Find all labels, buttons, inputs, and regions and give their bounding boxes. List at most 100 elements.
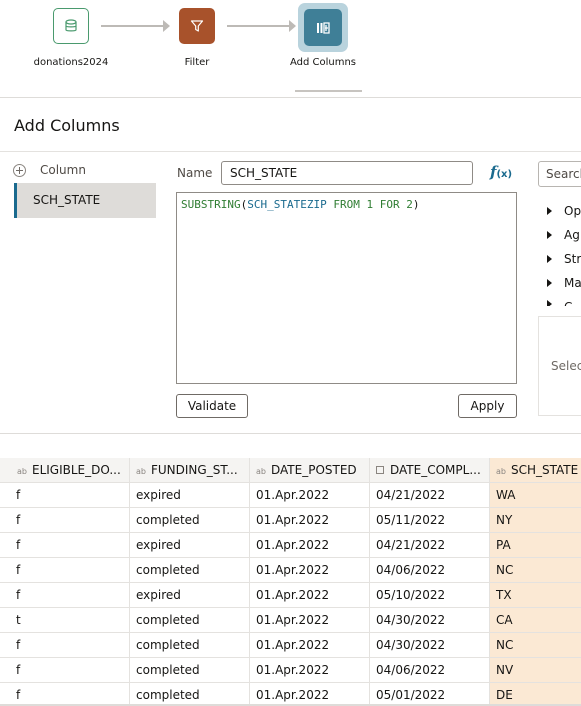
expr-column: SCH_STATEZIP — [247, 198, 327, 211]
table-row: f expired 01.Apr.2022 04/21/2022 WA — [0, 483, 581, 508]
column-list-item[interactable]: SCH_STATE — [14, 183, 156, 218]
table-cell: 01.Apr.2022 — [250, 558, 370, 582]
column-header-label: Column — [40, 163, 86, 177]
add-columns-icon — [317, 21, 330, 34]
table-cell: completed — [130, 658, 250, 682]
table-cell: 01.Apr.2022 — [250, 508, 370, 532]
table-cell: 04/06/2022 — [370, 558, 490, 582]
table-cell: f — [0, 508, 130, 532]
expr-number: 1 — [366, 198, 374, 211]
table-cell: 05/10/2022 — [370, 583, 490, 607]
function-category-item[interactable]: Ma — [545, 276, 581, 290]
flow-arrow — [227, 25, 289, 27]
table-cell: completed — [130, 558, 250, 582]
caret-right-icon — [547, 279, 552, 287]
column-header[interactable]: ab SCH_STATE — [490, 458, 581, 482]
table-cell: 04/21/2022 — [370, 533, 490, 557]
active-step-indicator — [295, 90, 362, 92]
table-cell: 04/30/2022 — [370, 608, 490, 632]
table-cell: WA — [490, 483, 581, 507]
database-icon — [65, 19, 77, 32]
column-name-input[interactable]: SCH_STATE — [221, 161, 473, 185]
category-label: Ma — [564, 276, 581, 290]
table-cell: expired — [130, 483, 250, 507]
column-list-header: Column — [13, 163, 86, 177]
column-header[interactable]: ab ELIGIBLE_DO... — [0, 458, 130, 482]
step-filter-node[interactable] — [179, 8, 215, 44]
table-cell: 05/11/2022 — [370, 508, 490, 532]
pipeline-flow: donations2024 Filter Add Columns — [0, 0, 581, 98]
table-cell: completed — [130, 683, 250, 706]
table-cell: completed — [130, 633, 250, 657]
table-row: f completed 01.Apr.2022 04/06/2022 NC — [0, 558, 581, 583]
table-cell: f — [0, 483, 130, 507]
divider — [0, 97, 581, 98]
table-cell: f — [0, 683, 130, 706]
table-cell: expired — [130, 533, 250, 557]
table-cell: 01.Apr.2022 — [250, 633, 370, 657]
table-cell: CA — [490, 608, 581, 632]
column-header-label: FUNDING_ST... — [150, 463, 238, 477]
table-cell: 01.Apr.2022 — [250, 683, 370, 706]
category-label: Str — [564, 252, 581, 266]
apply-button[interactable]: Apply — [458, 394, 517, 418]
caret-right-icon — [547, 255, 552, 263]
fx-sub-glyph: (x) — [496, 169, 513, 180]
table-row: f completed 01.Apr.2022 05/11/2022 NY — [0, 508, 581, 533]
table-row: f completed 01.Apr.2022 04/06/2022 NV — [0, 658, 581, 683]
caret-right-icon — [547, 207, 552, 215]
table-cell: TX — [490, 583, 581, 607]
table-cell: 01.Apr.2022 — [250, 608, 370, 632]
table-cell: PA — [490, 533, 581, 557]
function-category-item[interactable]: Op — [545, 204, 581, 218]
table-cell: 01.Apr.2022 — [250, 533, 370, 557]
function-search-input[interactable]: Search — [538, 161, 581, 187]
column-header[interactable]: ab FUNDING_ST... — [130, 458, 250, 482]
table-cell: f — [0, 583, 130, 607]
step-source-label: donations2024 — [33, 57, 109, 68]
step-add-columns-node[interactable] — [298, 3, 348, 52]
table-cell: DE — [490, 683, 581, 706]
flow-arrow-head — [289, 20, 296, 32]
table-cell: NC — [490, 633, 581, 657]
expression-editor[interactable]: SUBSTRING(SCH_STATEZIP FROM 1 FOR 2) — [176, 192, 517, 384]
table-row: f completed 01.Apr.2022 05/01/2022 DE — [0, 683, 581, 706]
caret-right-icon — [547, 300, 552, 306]
flow-arrow-head — [163, 20, 170, 32]
add-column-icon[interactable] — [13, 163, 26, 177]
table-cell: f — [0, 633, 130, 657]
column-header-label: SCH_STATE — [510, 463, 579, 477]
function-category-item[interactable]: C — [545, 300, 572, 306]
function-icon[interactable]: f(x) — [490, 163, 512, 181]
table-row: f expired 01.Apr.2022 05/10/2022 TX — [0, 583, 581, 608]
caret-right-icon — [547, 231, 552, 239]
column-header-label: DATE_POSTED — [270, 463, 357, 477]
table-cell: 01.Apr.2022 — [250, 483, 370, 507]
date-type-icon — [376, 465, 384, 474]
page-title: Add Columns — [14, 116, 120, 135]
expr-keyword: FROM — [333, 198, 360, 211]
table-cell: NY — [490, 508, 581, 532]
table-cell: NC — [490, 558, 581, 582]
step-add-columns-label: Add Columns — [289, 57, 357, 68]
step-source-node[interactable] — [53, 8, 89, 44]
function-category-item[interactable]: Str — [545, 252, 581, 266]
table-cell: f — [0, 658, 130, 682]
category-label: Op — [564, 204, 581, 218]
filter-icon — [190, 20, 204, 32]
expr-number: 2 — [406, 198, 413, 211]
table-cell: completed — [130, 608, 250, 632]
validate-button[interactable]: Validate — [176, 394, 248, 418]
divider — [0, 151, 581, 152]
grid-header-row: ab ELIGIBLE_DO... ab FUNDING_ST... ab DATE_… — [0, 458, 581, 483]
expr-paren: ) — [412, 198, 420, 211]
function-category-item[interactable]: Ag — [545, 228, 580, 242]
table-row: t completed 01.Apr.2022 04/30/2022 CA — [0, 608, 581, 633]
column-header[interactable]: DATE_COMPL... — [370, 458, 490, 482]
category-label: C — [564, 300, 572, 306]
column-header[interactable]: ab DATE_POSTED — [250, 458, 370, 482]
column-header-label: ELIGIBLE_DO... — [31, 463, 121, 477]
column-header-label: DATE_COMPL... — [390, 463, 481, 477]
category-label: Ag — [564, 228, 580, 242]
data-preview-grid: ab ELIGIBLE_DO... ab FUNDING_ST... ab DATE_… — [0, 458, 581, 706]
